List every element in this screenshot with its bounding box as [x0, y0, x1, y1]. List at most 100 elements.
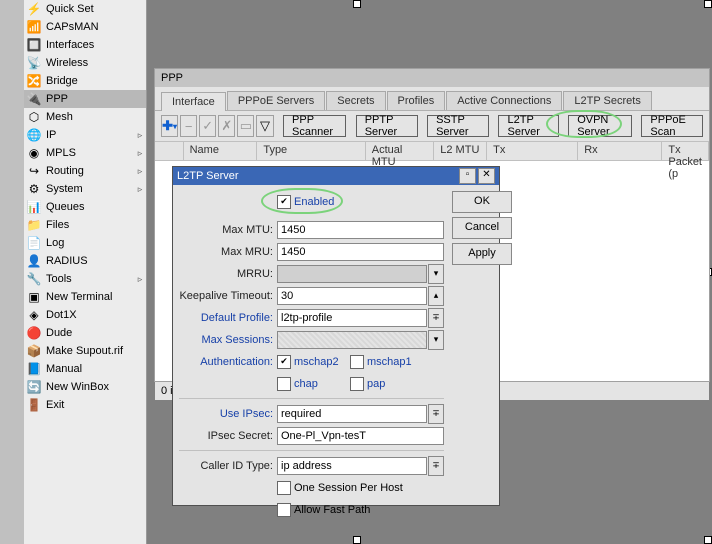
lightning-icon: ⚡	[26, 1, 42, 17]
caller-id-label: Caller ID Type:	[179, 460, 277, 472]
col-name[interactable]: Name	[184, 142, 258, 160]
col-type[interactable]: Type	[257, 142, 365, 160]
max-mru-input[interactable]	[277, 243, 444, 261]
pppoe-scan-button[interactable]: PPPoE Scan	[641, 115, 703, 137]
fast-path-checkbox[interactable]	[277, 503, 291, 517]
tab-profiles[interactable]: Profiles	[387, 91, 446, 110]
ppp-scanner-button[interactable]: PPP Scanner	[283, 115, 346, 137]
enable-button[interactable]: ✓	[199, 115, 216, 137]
sidebar-item-capsman[interactable]: 📶 CAPsMAN	[24, 18, 146, 36]
sidebar-item-label: CAPsMAN	[46, 21, 99, 33]
sidebar-item-log[interactable]: 📄Log	[24, 234, 146, 252]
col-actual-mtu[interactable]: Actual MTU	[366, 142, 435, 160]
sidebar-item-supout[interactable]: 📦 Make Supout.rif	[24, 342, 146, 360]
chap-checkbox[interactable]	[277, 377, 291, 391]
dialog-title: L2TP Server	[177, 170, 457, 182]
caller-id-dropdown[interactable]: ∓	[428, 456, 444, 476]
sidebar-item-label: Files	[46, 219, 69, 231]
mrru-input[interactable]	[277, 265, 427, 283]
sidebar-item-wireless[interactable]: 📡Wireless	[24, 54, 146, 72]
col-l2mtu[interactable]: L2 MTU	[434, 142, 487, 160]
sidebar-item-ppp[interactable]: 🔌PPP	[24, 90, 146, 108]
mrru-expand[interactable]: ▾	[428, 264, 444, 284]
sidebar-item-queues[interactable]: 📊Queues	[24, 198, 146, 216]
filter-button[interactable]: ▽	[256, 115, 273, 137]
mschap1-checkbox[interactable]	[350, 355, 364, 369]
sidebar-item-label: New Terminal	[46, 291, 112, 303]
ovpn-server-button[interactable]: OVPN Server	[568, 115, 632, 137]
enabled-checkbox[interactable]	[277, 195, 291, 209]
max-sessions-label[interactable]: Max Sessions:	[179, 334, 277, 346]
l2tp-server-button[interactable]: L2TP Server	[498, 115, 558, 137]
default-profile-dropdown[interactable]: ∓	[428, 308, 444, 328]
sidebar-item-quickset[interactable]: ⚡ Quick Set	[24, 0, 146, 18]
supout-icon: 📦	[26, 343, 42, 359]
max-sessions-input[interactable]	[277, 331, 427, 349]
col-tx-packet[interactable]: Tx Packet (p	[662, 142, 709, 160]
disable-button[interactable]: ✗	[218, 115, 235, 137]
close-button[interactable]: ✕	[478, 168, 495, 184]
sidebar-item-mesh[interactable]: ⬡Mesh	[24, 108, 146, 126]
use-ipsec-dropdown[interactable]: ∓	[428, 404, 444, 424]
sidebar-item-manual[interactable]: 📘Manual	[24, 360, 146, 378]
comment-button[interactable]: ▭	[237, 115, 254, 137]
tab-pppoe-servers[interactable]: PPPoE Servers	[227, 91, 325, 110]
ipsec-secret-input[interactable]	[277, 427, 444, 445]
mschap2-checkbox[interactable]	[277, 355, 291, 369]
tab-secrets[interactable]: Secrets	[326, 91, 385, 110]
max-sessions-expand[interactable]: ▾	[428, 330, 444, 350]
use-ipsec-label[interactable]: Use IPsec:	[179, 408, 277, 420]
expand-icon: ▹	[136, 130, 144, 141]
pap-checkbox[interactable]	[350, 377, 364, 391]
sidebar-item-label: Quick Set	[46, 3, 94, 15]
sidebar-item-newwinbox[interactable]: 🔄New WinBox	[24, 378, 146, 396]
sidebar-item-ip[interactable]: 🌐IP▹	[24, 126, 146, 144]
tab-l2tp-secrets[interactable]: L2TP Secrets	[563, 91, 651, 110]
routing-icon: ↪	[26, 163, 42, 179]
default-profile-input[interactable]	[277, 309, 427, 327]
sidebar-item-label: Make Supout.rif	[46, 345, 123, 357]
antenna-icon: 📶	[26, 19, 42, 35]
ok-button[interactable]: OK	[452, 191, 512, 213]
max-mru-label: Max MRU:	[179, 246, 277, 258]
add-button[interactable]: ✚▾	[161, 115, 178, 137]
tab-interface[interactable]: Interface	[161, 92, 226, 111]
sidebar-item-system[interactable]: ⚙System▹	[24, 180, 146, 198]
sidebar-item-tools[interactable]: 🔧Tools▹	[24, 270, 146, 288]
tab-active-connections[interactable]: Active Connections	[446, 91, 562, 110]
one-session-checkbox[interactable]	[277, 481, 291, 495]
sidebar-item-radius[interactable]: 👤RADIUS	[24, 252, 146, 270]
system-icon: ⚙	[26, 181, 42, 197]
files-icon: 📁	[26, 217, 42, 233]
caller-id-input[interactable]	[277, 457, 427, 475]
keepalive-input[interactable]	[277, 287, 427, 305]
sidebar-item-interfaces[interactable]: 🔲Interfaces	[24, 36, 146, 54]
wireless-icon: 📡	[26, 55, 42, 71]
sidebar: ⚡ Quick Set 📶 CAPsMAN 🔲Interfaces 📡Wireles…	[24, 0, 147, 544]
sidebar-item-mpls[interactable]: ◉MPLS▹	[24, 144, 146, 162]
cancel-button[interactable]: Cancel	[452, 217, 512, 239]
ppp-tabs: Interface PPPoE Servers Secrets Profiles…	[155, 87, 709, 111]
sidebar-item-files[interactable]: 📁 Files	[24, 216, 146, 234]
sidebar-item-terminal[interactable]: ▣ New Terminal	[24, 288, 146, 306]
sstp-server-button[interactable]: SSTP Server	[427, 115, 489, 137]
ppp-window-title[interactable]: PPP	[155, 69, 709, 87]
sidebar-item-exit[interactable]: 🚪Exit	[24, 396, 146, 414]
max-mtu-input[interactable]	[277, 221, 444, 239]
pptp-server-button[interactable]: PPTP Server	[356, 115, 418, 137]
minimize-button[interactable]: ▫	[459, 168, 476, 184]
sidebar-item-routing[interactable]: ↪Routing▹	[24, 162, 146, 180]
sidebar-item-label: Exit	[46, 399, 64, 411]
default-profile-label[interactable]: Default Profile:	[179, 312, 277, 324]
col-rx[interactable]: Rx	[578, 142, 662, 160]
sidebar-item-dude[interactable]: 🔴Dude	[24, 324, 146, 342]
keepalive-collapse[interactable]: ▴	[428, 286, 444, 306]
use-ipsec-input[interactable]	[277, 405, 427, 423]
remove-button[interactable]: −	[180, 115, 197, 137]
col-tx[interactable]: Tx	[487, 142, 578, 160]
apply-button[interactable]: Apply	[452, 243, 512, 265]
dialog-titlebar[interactable]: L2TP Server ▫ ✕	[173, 167, 499, 185]
sidebar-item-bridge[interactable]: 🔀Bridge	[24, 72, 146, 90]
terminal-icon: ▣	[26, 289, 42, 305]
sidebar-item-dot1x[interactable]: ◈Dot1X	[24, 306, 146, 324]
